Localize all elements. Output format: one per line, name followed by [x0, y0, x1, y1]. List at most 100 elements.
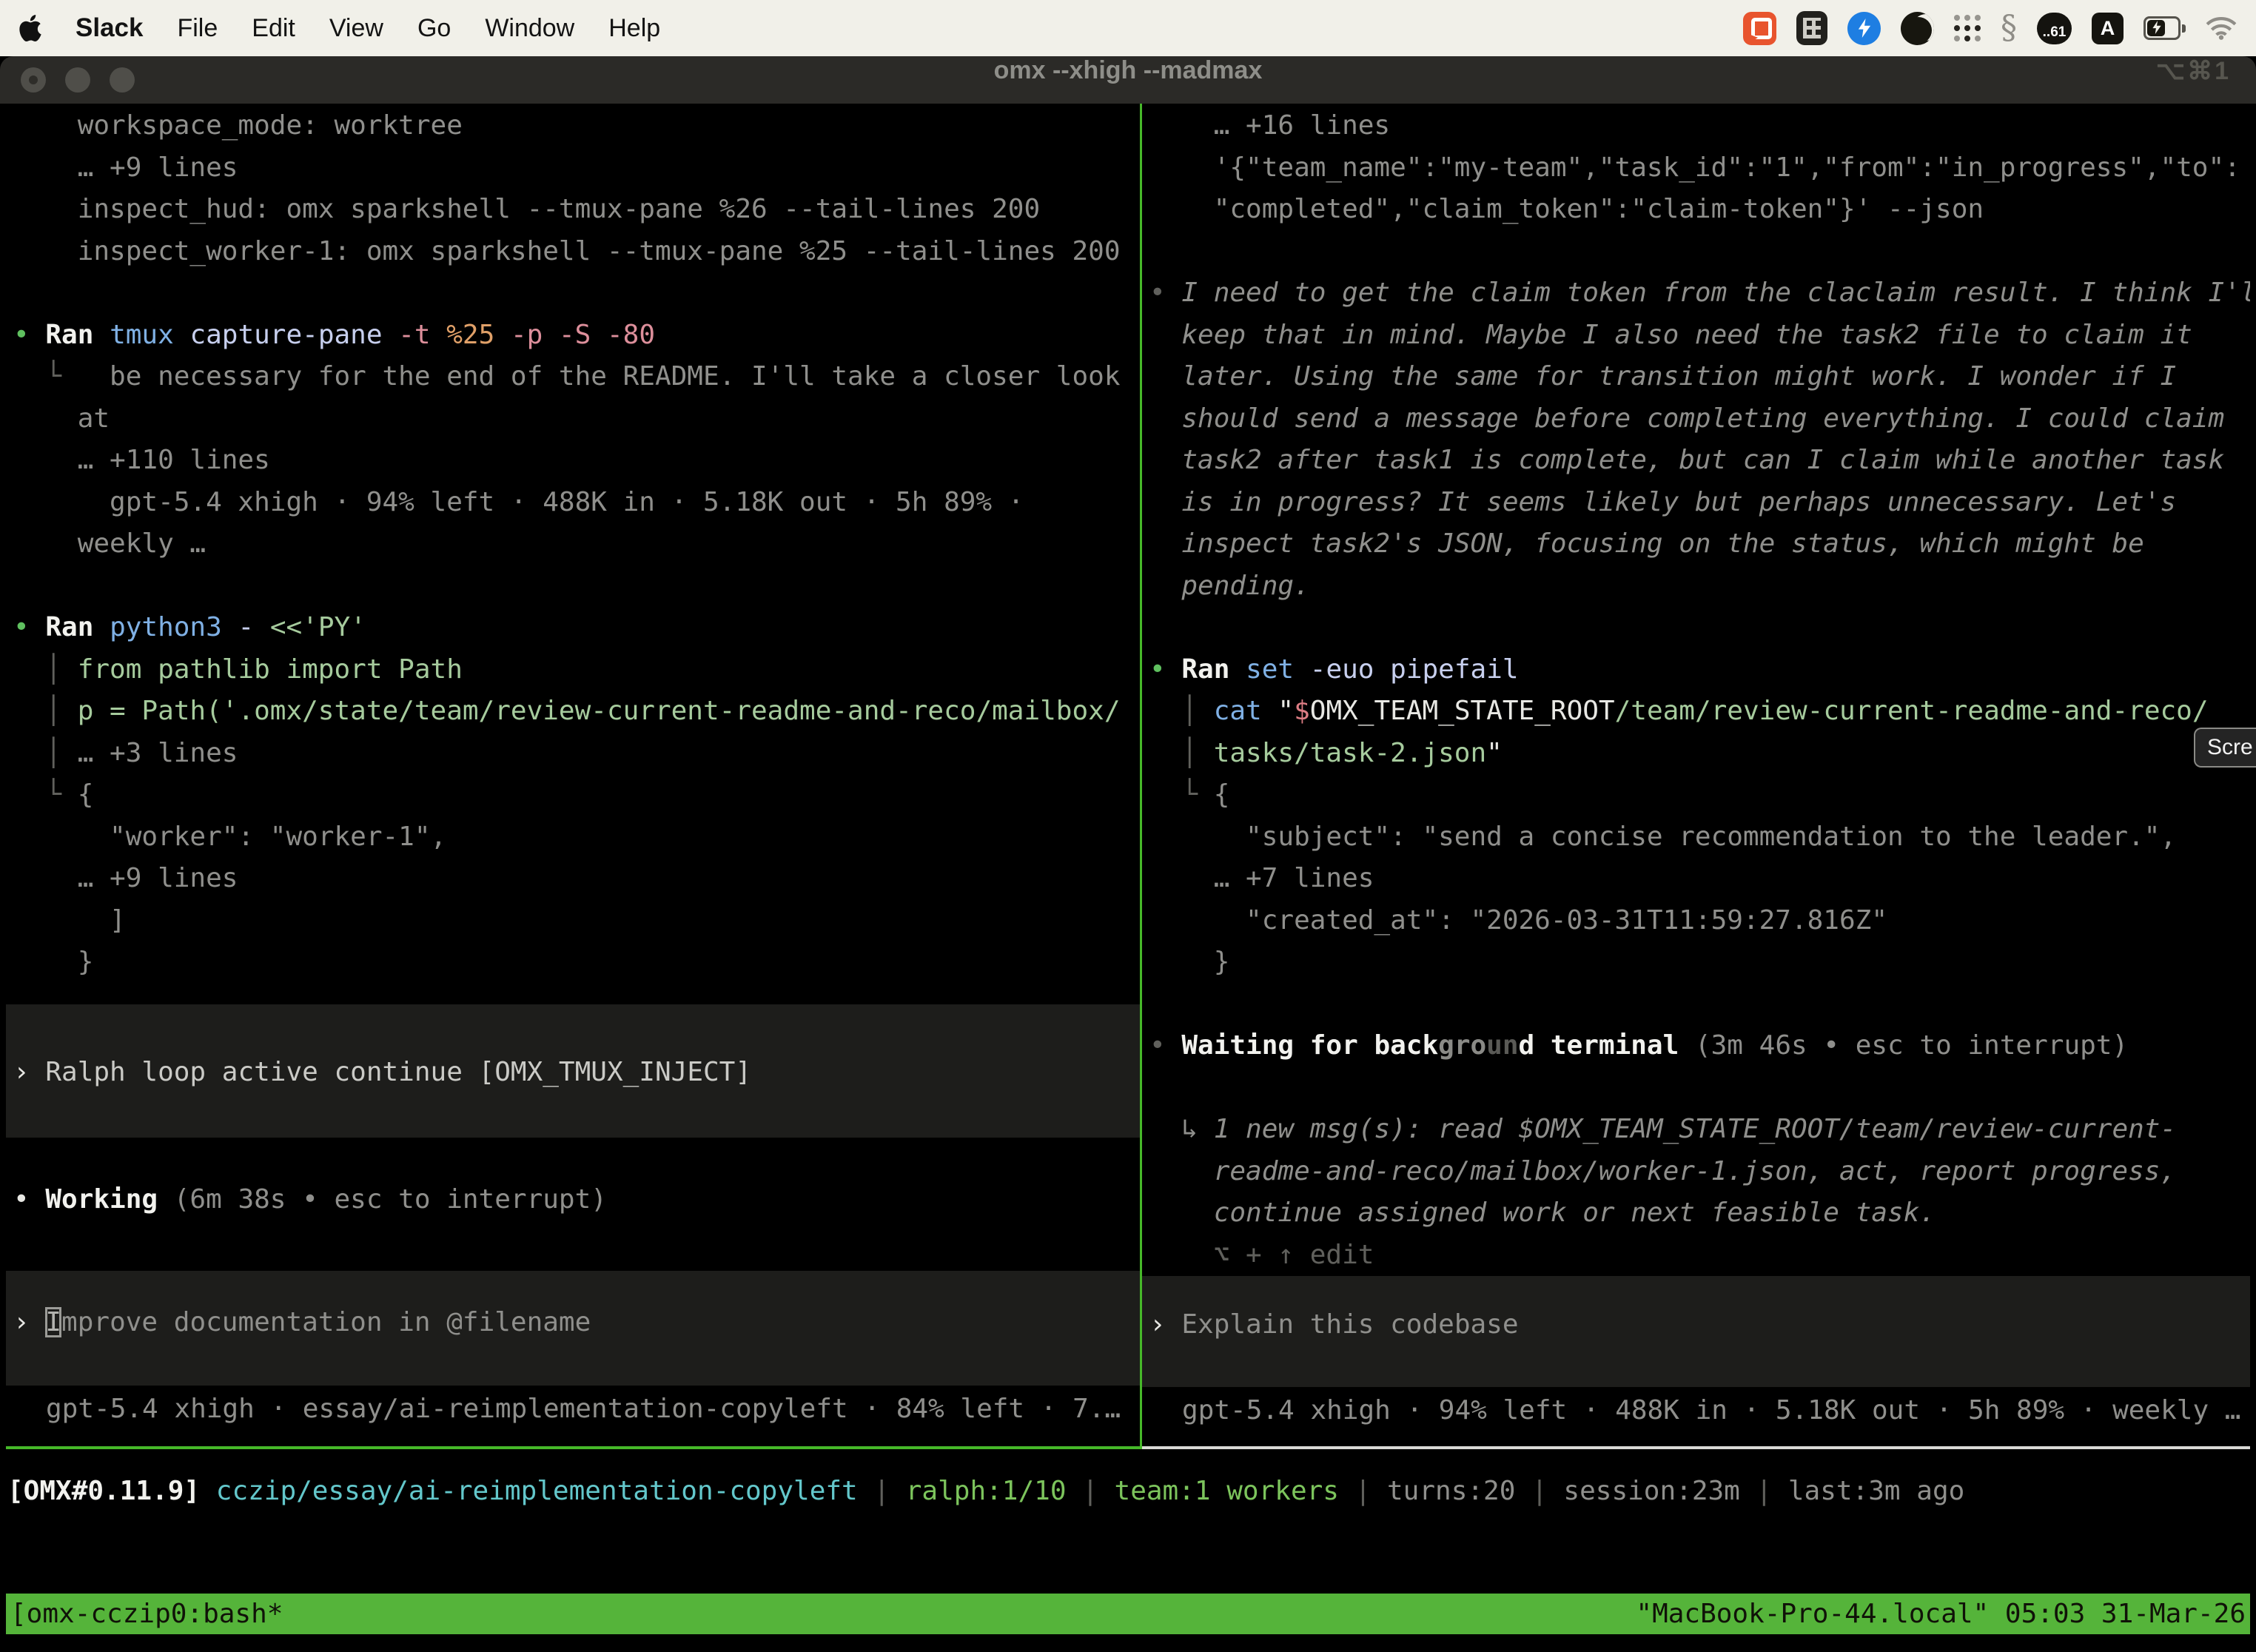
terminal-text-segment: [OMX#0.11.9] — [7, 1476, 216, 1506]
terminal-line: • Ran set -euo pipefail — [1149, 649, 2250, 691]
terminal-line: • Waiting for background terminal (3m 46… — [1149, 1025, 2250, 1067]
menu-bar-left: Slack File Edit View Go Window Help — [19, 13, 660, 43]
tmux-status-bar: [omx-cczip0:bash* "MacBook-Pro-44.local"… — [6, 1594, 2250, 1634]
terminal-line — [1149, 984, 2250, 1026]
terminal-line: … +110 lines — [13, 440, 1140, 482]
terminal-text-segment: | — [1339, 1476, 1387, 1506]
terminal-line: └ be necessary for the end of the README… — [13, 356, 1140, 398]
terminal-text-segment: inspect_worker-1: omx sparkshell --tmux-… — [13, 236, 1121, 266]
terminal-text-segment: … +7 lines — [1149, 863, 1374, 893]
left-input-line[interactable]: › Improve documentation in @filename — [6, 1302, 1140, 1344]
screen-tooltip: Scre — [2194, 728, 2256, 768]
terminal-text-segment: inspect task2's JSON, focusing on the st… — [1149, 528, 2144, 559]
terminal-text-segment: │ — [13, 654, 78, 685]
screen: Slack File Edit View Go Window Help § ..… — [0, 0, 2256, 1652]
menu-item-go[interactable]: Go — [417, 14, 451, 43]
terminal-line: "completed","claim_token":"claim-token"}… — [1149, 189, 2250, 231]
terminal-text-segment: -p — [511, 320, 559, 350]
terminal-text-segment: Working — [45, 1184, 158, 1215]
terminal-line: pending. — [1149, 565, 2250, 608]
right-pane-output: … +16 lines '{"team_name":"my-team","tas… — [1142, 104, 2250, 1276]
menu-bar: Slack File Edit View Go Window Help § ..… — [0, 0, 2256, 56]
terminal-line: keep that in mind. Maybe I also need the… — [1149, 315, 2250, 357]
letter-a-app-icon[interactable]: A — [2092, 13, 2124, 44]
terminal-line: '{"team_name":"my-team","task_id":"1","f… — [1149, 147, 2250, 189]
terminal-text-segment: … +110 lines — [13, 445, 270, 475]
menu-item-file[interactable]: File — [177, 14, 218, 43]
terminal-text-segment: continue assigned work or next feasible … — [1149, 1198, 1936, 1228]
terminal-text-segment: › — [13, 1307, 45, 1337]
terminal-text-segment: › — [1149, 1309, 1181, 1340]
terminal-line: workspace_mode: worktree — [13, 105, 1140, 147]
terminal-line: inspect_worker-1: omx sparkshell --tmux-… — [13, 231, 1140, 273]
apple-menu-icon[interactable] — [19, 15, 41, 41]
right-input-box[interactable]: › Explain this codebase — [1142, 1276, 2250, 1387]
pie-chart-icon[interactable] — [1901, 12, 1934, 45]
terminal-text-segment: Ran — [45, 320, 110, 350]
wifi-icon[interactable] — [2206, 16, 2237, 40]
menu-item-window[interactable]: Window — [485, 14, 574, 43]
terminal-text-segment: … +3 lines — [78, 738, 238, 768]
grid-shield-icon[interactable] — [1796, 11, 1827, 45]
window-title: omx --xhigh --madmax — [0, 56, 2256, 104]
terminal-text-segment: I need to get the claim token from the c… — [1181, 278, 2250, 308]
terminal-window: workspace_mode: worktree … +9 lines insp… — [0, 104, 2256, 1652]
terminal-text-segment: p = Path('.omx/state/team/review-current… — [78, 696, 1121, 726]
terminal-text-segment: " — [1486, 738, 1503, 768]
terminal-text-segment: " — [1278, 696, 1294, 726]
terminal-line: "created_at": "2026-03-31T11:59:27.816Z" — [1149, 900, 2250, 942]
right-pane[interactable]: … +16 lines '{"team_name":"my-team","tas… — [1142, 104, 2250, 1446]
terminal-text-segment: | — [1067, 1476, 1115, 1506]
terminal-text-segment: I — [45, 1307, 61, 1337]
terminal-text-segment: - — [238, 612, 269, 642]
menubar-status-icons: § ..61 A — [1743, 11, 2237, 45]
terminal-line: ↳ 1 new msg(s): read $OMX_TEAM_STATE_ROO… — [1149, 1109, 2250, 1151]
terminal-line: │ tasks/task-2.json" — [1149, 733, 2250, 775]
terminal-text-segment: later. Using the same for transition mig… — [1149, 361, 2176, 392]
terminal-line: … +7 lines — [1149, 858, 2250, 900]
terminal-line: ⌥ + ↑ edit — [1149, 1235, 2250, 1277]
battery-percent-badge-icon[interactable]: ..61 — [2037, 13, 2072, 44]
battery-icon[interactable] — [2143, 16, 2186, 40]
terminal-line: should send a message before completing … — [1149, 398, 2250, 440]
terminal-line: … +9 lines — [13, 147, 1140, 189]
right-input-line[interactable]: › Explain this codebase — [1142, 1304, 2250, 1346]
charging-bolt-icon — [2152, 21, 2162, 38]
menu-item-help[interactable]: Help — [608, 14, 660, 43]
terminal-text-segment: be necessary for the end of the README. … — [110, 361, 1120, 392]
spark-badge-icon[interactable] — [1847, 12, 1881, 45]
left-input-box[interactable]: › Improve documentation in @filename — [6, 1271, 1140, 1386]
terminal-text-segment: -t — [398, 320, 446, 350]
terminal-text-segment: tasks/task-2.json — [1214, 738, 1486, 768]
terminal-text-segment: ↳ — [1149, 1114, 1214, 1144]
menu-app-name[interactable]: Slack — [75, 13, 143, 43]
terminal-text-segment: turns:20 — [1387, 1476, 1515, 1506]
terminal-text-segment: ⌥ + ↑ edit — [1149, 1240, 1374, 1270]
terminal-text-segment: -80 — [607, 320, 655, 350]
terminal-text-segment: workspace_mode: worktree — [13, 110, 463, 141]
tmux-host-time: "MacBook-Pro-44.local" 05:03 31-Mar-26 — [1636, 1599, 2246, 1629]
left-pane[interactable]: workspace_mode: worktree … +9 lines insp… — [6, 104, 1140, 1446]
menu-item-view[interactable]: View — [329, 14, 383, 43]
dots-grid-icon[interactable] — [1954, 15, 1981, 41]
chat-app-icon[interactable] — [1743, 12, 1776, 45]
terminal-text-segment: └ — [13, 779, 78, 810]
tmux-session-label: [omx-cczip0:bash* — [10, 1599, 283, 1629]
terminal-text-segment: 1 new msg(s): read $OMX_TEAM_STATE_ROOT/… — [1214, 1114, 2176, 1144]
terminal-text-segment: Waiting for back — [1181, 1030, 1438, 1061]
menu-item-edit[interactable]: Edit — [252, 14, 295, 43]
terminal-text-segment: } — [1149, 947, 1229, 977]
squiggle-icon[interactable]: § — [2001, 12, 2017, 44]
left-pane-output: workspace_mode: worktree … +9 lines insp… — [6, 104, 1140, 984]
terminal-text-segment: un — [1486, 1030, 1518, 1061]
terminal-line: weekly … — [13, 523, 1140, 565]
terminal-line: • Ran python3 - <<'PY' — [13, 607, 1140, 649]
terminal-text-segment: from pathlib import Path — [78, 654, 463, 685]
terminal-text-segment: • — [1149, 654, 1181, 685]
terminal-text-segment: mprove documentation in @filename — [61, 1307, 591, 1337]
terminal-text-segment: { — [78, 779, 94, 810]
terminal-line: later. Using the same for transition mig… — [1149, 356, 2250, 398]
terminal-text-segment: capture-pane — [189, 320, 398, 350]
terminal-text-segment: } — [13, 947, 93, 977]
inject-status-band: › Ralph loop active continue [OMX_TMUX_I… — [6, 1004, 1140, 1138]
